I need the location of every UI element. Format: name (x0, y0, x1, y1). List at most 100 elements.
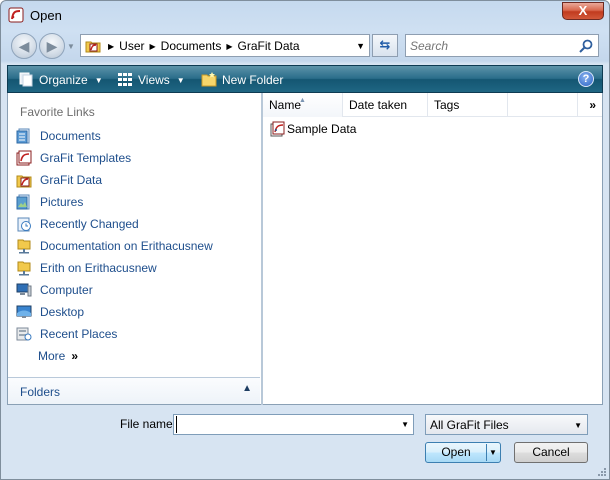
favorite-link-label: Desktop (40, 305, 85, 319)
column-header-date-taken[interactable]: Date taken (343, 93, 428, 117)
chevron-down-icon: ▼ (574, 421, 582, 430)
favorite-link-erith-on-erithacusnew[interactable]: Erith on Erithacusnew (16, 259, 213, 281)
favorite-link-label: GraFit Data (40, 173, 103, 187)
open-button[interactable]: Open ▼ (425, 442, 501, 463)
breadcrumb-separator-icon[interactable]: ▶ (108, 42, 114, 51)
favorite-link-label: Computer (40, 283, 93, 297)
column-header-label: Name (269, 98, 302, 112)
organize-button[interactable]: Organize ▼ (18, 71, 103, 87)
double-chevron-icon: » (71, 349, 79, 363)
new-folder-button[interactable]: New Folder (201, 71, 283, 87)
favorite-link-documents[interactable]: Documents (16, 127, 213, 149)
file-type-value: All GraFit Files (430, 418, 509, 432)
views-label: Views (138, 73, 170, 87)
help-icon: ? (582, 73, 590, 85)
new-folder-label: New Folder (222, 73, 284, 87)
favorite-link-label: Documentation on Erithacusnew (40, 239, 213, 253)
grafit-folder-icon (85, 41, 101, 53)
favorite-link-label: Recently Changed (40, 217, 139, 231)
favorite-link-documentation-on-erithacusnew[interactable]: Documentation on Erithacusnew (16, 237, 213, 259)
grafit-app-icon (8, 7, 24, 23)
more-links[interactable]: More » (16, 347, 213, 369)
favorite-link-grafit-templates[interactable]: GraFit Templates (16, 149, 213, 171)
favorite-link-pictures[interactable]: Pictures (16, 193, 213, 215)
favorite-links-list: Documents GraFit Templates GraFit Data P… (16, 127, 213, 369)
sort-ascending-icon: ▲ (299, 97, 306, 104)
column-header-empty (508, 93, 578, 117)
back-button[interactable]: ◀ (11, 33, 37, 59)
address-bar[interactable]: ▶ User ▶ Documents ▶ GraFit Data ▼ (80, 34, 370, 57)
column-header-label: Tags (434, 98, 460, 112)
breadcrumb-documents[interactable]: Documents (161, 39, 222, 53)
file-name: Sample Data (287, 122, 357, 136)
file-item-sample-data[interactable]: Sample Data (269, 121, 356, 141)
file-name-combobox[interactable]: ▼ (173, 414, 414, 435)
file-type-select[interactable]: All GraFit Files ▼ (425, 414, 588, 435)
favorite-link-recently-changed[interactable]: Recently Changed (16, 215, 213, 237)
organize-label: Organize (39, 73, 88, 87)
cancel-button[interactable]: Cancel (514, 442, 588, 463)
column-header-tags[interactable]: Tags (428, 93, 508, 117)
more-columns-icon[interactable]: » (589, 98, 596, 112)
views-button[interactable]: Views ▼ (117, 71, 185, 87)
search-icon[interactable] (578, 38, 594, 54)
history-dropdown-icon[interactable]: ▼ (67, 42, 75, 51)
open-options-dropdown-icon[interactable]: ▼ (489, 443, 497, 462)
breadcrumb-user[interactable]: User (119, 39, 144, 53)
open-button-label: Open (441, 445, 471, 459)
help-button[interactable]: ? (578, 71, 594, 87)
file-list: Sample Data (269, 121, 356, 141)
back-arrow-icon: ◀ (18, 38, 30, 54)
cancel-button-label: Cancel (532, 445, 570, 459)
favorite-link-label: GraFit Templates (40, 151, 132, 165)
resize-grip-icon[interactable] (597, 467, 607, 477)
pictures-icon (16, 194, 30, 210)
views-dropdown-icon: ▼ (176, 76, 185, 85)
column-header-name[interactable]: ▲ Name (263, 93, 343, 117)
chevron-up-icon[interactable]: ▲ (242, 383, 252, 394)
recent-places-icon (16, 327, 32, 341)
new-folder-icon (201, 72, 217, 87)
open-dialog-window: Open X ◀ ▶ ▼ ▶ User ▶ Documents ▶ GraFit Data… (0, 0, 610, 480)
split-divider (486, 444, 487, 461)
breadcrumb-grafit-data[interactable]: GraFit Data (238, 39, 300, 53)
forward-arrow-icon: ▶ (46, 38, 58, 54)
favorite-link-label: Erith on Erithacusnew (40, 261, 157, 275)
forward-button[interactable]: ▶ (39, 33, 65, 59)
window-title: Open (30, 8, 62, 23)
favorite-link-label: Documents (40, 129, 101, 143)
grafit-templates-icon (16, 150, 32, 166)
breadcrumb-separator-icon[interactable]: ▶ (226, 42, 232, 51)
grafit-data-icon (16, 175, 32, 188)
search-input[interactable] (410, 38, 580, 54)
breadcrumb-separator-icon[interactable]: ▶ (150, 42, 156, 51)
grafit-file-icon (270, 121, 285, 137)
favorite-link-computer[interactable]: Computer (16, 281, 213, 303)
refresh-icon: ⇆ (379, 37, 391, 52)
network-folder-icon (17, 261, 31, 276)
organize-icon (19, 72, 33, 87)
recently-changed-icon (17, 217, 31, 232)
organize-dropdown-icon: ▼ (94, 76, 103, 85)
favorite-link-recent-places[interactable]: Recent Places (16, 325, 213, 347)
refresh-button[interactable]: ⇆ (372, 34, 398, 57)
breadcrumb: ▶ User ▶ Documents ▶ GraFit Data (103, 39, 300, 53)
views-icon (118, 73, 132, 86)
chevron-down-icon[interactable]: ▼ (401, 420, 409, 429)
column-header-label: Date taken (349, 98, 408, 112)
file-name-input[interactable] (176, 416, 391, 433)
file-name-label: File name: (120, 417, 177, 431)
close-button[interactable]: X (562, 2, 604, 20)
favorite-link-grafit-data[interactable]: GraFit Data (16, 171, 213, 193)
more-links-label: More (38, 349, 66, 363)
close-icon: X (578, 3, 588, 18)
folders-bar[interactable]: Folders ▲ (8, 377, 260, 404)
navigation-bar: ◀ ▶ ▼ ▶ User ▶ Documents ▶ GraFit Data ▼ ⇆ (1, 30, 609, 62)
folders-label: Folders (20, 385, 61, 399)
title-bar: Open X (1, 1, 609, 29)
file-list-pane: ▲ Name Date taken Tags » Sample Data (263, 93, 603, 405)
search-box[interactable] (405, 34, 599, 57)
address-dropdown-icon[interactable]: ▼ (356, 41, 365, 51)
desktop-icon (16, 305, 32, 318)
favorite-link-desktop[interactable]: Desktop (16, 303, 213, 325)
